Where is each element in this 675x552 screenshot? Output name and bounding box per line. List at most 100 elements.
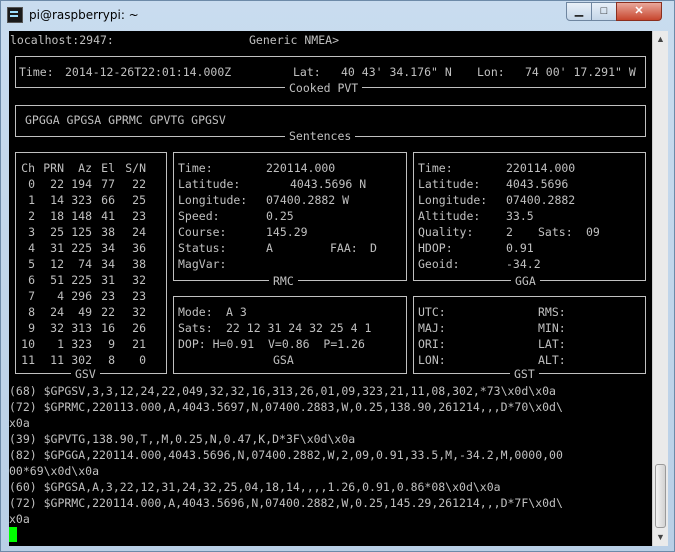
log-line: (60) $GPGSA,A,3,22,12,31,24,32,25,04,18,…: [9, 480, 501, 494]
gsv-cell: 25: [132, 193, 146, 207]
gsv-cell: 11: [21, 353, 35, 367]
title-bar[interactable]: pi@raspberrypi: ~ ▁ □ ✕: [1, 1, 674, 31]
gga-hdop-value: 0.91: [506, 241, 534, 255]
minimize-button[interactable]: ▁: [566, 2, 592, 21]
gsv-cell: 10: [21, 337, 35, 351]
gga-quality-value: 2: [506, 225, 513, 239]
gsv-cell: 7: [28, 289, 35, 303]
gsv-cell: 225: [71, 241, 92, 255]
gsv-cell: 32: [132, 305, 146, 319]
terminal-area[interactable]: localhost:2947: Generic NMEA> Cooked PVT…: [9, 31, 652, 546]
gsv-cell: 21: [132, 337, 146, 351]
gst-panel: [413, 296, 646, 374]
sentences-title: Sentences: [285, 129, 356, 143]
gsv-cell: 6: [28, 273, 35, 287]
gsv-cell: 36: [132, 241, 146, 255]
gsv-cell: 0: [28, 177, 35, 191]
gsv-cell: 22: [132, 177, 146, 191]
gga-sats-label: Sats:: [538, 225, 573, 239]
gsv-cell: 323: [71, 337, 92, 351]
gga-lon-label: Longitude:: [418, 193, 488, 207]
gsa-title: GSA: [269, 353, 298, 367]
gsv-cell: 0: [139, 353, 146, 367]
scroll-up-arrow-icon[interactable]: ▲: [653, 31, 668, 47]
rmc-speed-value: 0.25: [266, 209, 294, 223]
gsa-sats-value: 22 12 31 24 32 25 4 1: [226, 321, 372, 335]
rmc-faa-label: FAA:: [330, 241, 358, 255]
gsv-cell: 296: [71, 289, 92, 303]
gsv-cell: 5: [28, 257, 35, 271]
gsv-title: GSV: [71, 367, 100, 381]
gsv-cell: 313: [71, 321, 92, 335]
gsv-cell: 23: [132, 209, 146, 223]
gsa-sats-label: Sats:: [178, 321, 213, 335]
log-line: (82) $GPGGA,220114.000,4043.5696,N,07400…: [9, 448, 563, 462]
gsv-cell: 194: [71, 177, 92, 191]
gsv-cell: 18: [50, 209, 64, 223]
gsv-cell: 34: [101, 257, 115, 271]
gsv-cell: 38: [101, 225, 115, 239]
window-title: pi@raspberrypi: ~: [29, 8, 139, 22]
gst-maj-label: MAJ:: [418, 321, 446, 335]
rmc-title: RMC: [269, 274, 298, 288]
gga-quality-label: Quality:: [418, 225, 474, 239]
terminal-window: pi@raspberrypi: ~ ▁ □ ✕ localhost:2947: …: [0, 0, 675, 552]
terminal-icon[interactable]: [7, 7, 23, 23]
gga-lat-label: Latitude:: [418, 177, 481, 191]
gsv-cell: 41: [101, 209, 115, 223]
gsv-cell: 66: [101, 193, 115, 207]
vertical-scrollbar[interactable]: ▲ ▼: [652, 31, 668, 546]
gsa-mode-label: Mode:: [178, 305, 213, 319]
gsv-cell: 77: [101, 177, 115, 191]
gsv-cell: 25: [50, 225, 64, 239]
pvt-time-label: Time:: [19, 65, 54, 79]
gsv-cell: 302: [71, 353, 92, 367]
log-line: 00*69\x0d\x0a: [9, 464, 100, 478]
gsv-cell: 24: [50, 305, 64, 319]
gga-sats-value: 09: [586, 225, 600, 239]
gga-geoid-value: -34.2: [506, 257, 541, 271]
gsv-cell: 8: [108, 353, 115, 367]
gst-lon-label: LON:: [418, 353, 446, 367]
gsv-cell: 148: [71, 209, 92, 223]
log-line: (68) $GPGSV,3,3,12,24,22,049,32,32,16,31…: [9, 384, 556, 398]
gsv-header-cell: PRN: [43, 161, 64, 175]
scroll-down-arrow-icon[interactable]: ▼: [653, 529, 668, 545]
log-line: (72) $GPRMC,220113.000,A,4043.5697,N,074…: [9, 400, 563, 414]
gga-hdop-label: HDOP:: [418, 241, 453, 255]
rmc-faa-value: D: [370, 241, 377, 255]
rmc-course-value: 145.29: [266, 225, 308, 239]
gsv-cell: 22: [101, 305, 115, 319]
rmc-status-label: Status:: [178, 241, 227, 255]
gsv-cell: 26: [132, 321, 146, 335]
pvt-lon-value: 74 00' 17.291" W: [525, 65, 636, 79]
gga-alt-label: Altitude:: [418, 209, 481, 223]
mode-label: Generic NMEA>: [249, 33, 340, 47]
gsv-cell: 38: [132, 257, 146, 271]
gsv-cell: 23: [101, 289, 115, 303]
gsa-mode-value: A 3: [226, 305, 247, 319]
gst-utc-label: UTC:: [418, 305, 446, 319]
gga-alt-value: 33.5: [506, 209, 534, 223]
pvt-lat-label: Lat:: [293, 65, 321, 79]
rmc-time-value: 220114.000: [266, 161, 336, 175]
gsv-cell: 31: [101, 273, 115, 287]
close-button[interactable]: ✕: [616, 2, 662, 21]
gsv-cell: 9: [28, 321, 35, 335]
cooked-pvt-title: Cooked PVT: [285, 81, 363, 95]
gga-title: GGA: [511, 274, 540, 288]
sentences-list: GPGGA GPGSA GPRMC GPVTG GPGSV: [25, 113, 226, 127]
pvt-lon-label: Lon:: [477, 65, 505, 79]
maximize-button[interactable]: □: [591, 2, 617, 21]
gsv-cell: 12: [50, 257, 64, 271]
scroll-thumb[interactable]: [655, 464, 666, 528]
gsv-cell: 14: [50, 193, 64, 207]
gsv-cell: 32: [132, 273, 146, 287]
gsv-header-cell: Ch: [21, 161, 35, 175]
gga-time-value: 220114.000: [506, 161, 576, 175]
gsv-cell: 51: [50, 273, 64, 287]
gsv-cell: 34: [101, 241, 115, 255]
pvt-time-value: 2014-12-26T22:01:14.000Z: [65, 65, 232, 79]
gga-geoid-label: Geoid:: [418, 257, 460, 271]
gsv-cell: 1: [28, 193, 35, 207]
